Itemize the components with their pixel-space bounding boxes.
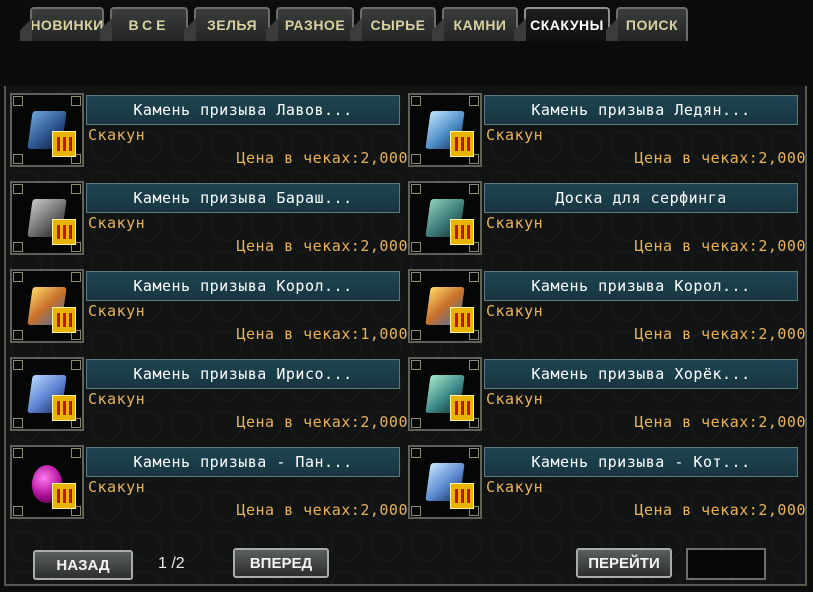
item-category: Скакун [486, 126, 544, 144]
new-item-badge-icon [450, 483, 474, 509]
item-thumbnail[interactable] [10, 269, 84, 343]
item-price: Цена в чеках:2,000 [236, 237, 408, 255]
item-price: Цена в чеках:2,000 [236, 149, 408, 167]
item-category: Скакун [486, 214, 544, 232]
back-button[interactable]: НАЗАД [33, 550, 133, 580]
item-thumbnail[interactable] [10, 357, 84, 431]
item-price: Цена в чеках:2,000 [634, 237, 806, 255]
tab-gems[interactable]: КАМНИ [432, 7, 518, 41]
new-item-badge-icon [52, 483, 76, 509]
item-name: Камень призыва Хорёк... [484, 359, 798, 389]
panel-header-strip [4, 44, 807, 86]
new-item-badge-icon [52, 307, 76, 333]
item-category: Скакун [486, 478, 544, 496]
item-name: Камень призыва Ледян... [484, 95, 798, 125]
tab-materials[interactable]: СЫРЬЕ [350, 7, 436, 41]
item-name: Камень призыва Корол... [86, 271, 400, 301]
tab-potions[interactable]: ЗЕЛЬЯ [184, 7, 270, 41]
new-item-badge-icon [450, 395, 474, 421]
item-card[interactable]: Камень призыва Бараш... Скакун Цена в че… [10, 181, 408, 259]
tab-misc[interactable]: РАЗНОЕ [266, 7, 354, 41]
item-thumbnail[interactable] [408, 269, 482, 343]
item-card[interactable]: Камень призыва - Кот... Скакун Цена в че… [408, 445, 806, 523]
item-card[interactable]: Камень призыва - Пан... Скакун Цена в че… [10, 445, 408, 523]
category-tab-bar: НОВИНКИ ВСЕ ЗЕЛЬЯ РАЗНОЕ СЫРЬЕ КАМНИ СКА… [0, 0, 813, 44]
item-price: Цена в чеках:2,000 [634, 325, 806, 343]
item-thumbnail[interactable] [10, 181, 84, 255]
item-thumbnail[interactable] [10, 445, 84, 519]
item-card[interactable]: Камень призыва Корол... Скакун Цена в че… [408, 269, 806, 347]
item-name: Камень призыва - Пан... [86, 447, 400, 477]
new-item-badge-icon [52, 219, 76, 245]
next-button[interactable]: ВПЕРЕД [233, 548, 329, 578]
item-card[interactable]: Камень призыва Корол... Скакун Цена в че… [10, 269, 408, 347]
item-price: Цена в чеках:2,000 [634, 501, 806, 519]
item-thumbnail[interactable] [408, 181, 482, 255]
item-card[interactable]: Камень призыва Лавов... Скакун Цена в че… [10, 93, 408, 171]
item-price: Цена в чеках:2,000 [236, 413, 408, 431]
page-number-input[interactable] [686, 548, 766, 580]
item-category: Скакун [486, 302, 544, 320]
item-name: Камень призыва Ирисо... [86, 359, 400, 389]
item-thumbnail[interactable] [408, 357, 482, 431]
item-name: Камень призыва Корол... [484, 271, 798, 301]
item-price: Цена в чеках:1,000 [236, 325, 408, 343]
item-thumbnail[interactable] [408, 445, 482, 519]
item-thumbnail[interactable] [10, 93, 84, 167]
item-name: Камень призыва Лавов... [86, 95, 400, 125]
item-category: Скакун [88, 126, 146, 144]
item-category: Скакун [88, 390, 146, 408]
new-item-badge-icon [52, 131, 76, 157]
item-card[interactable]: Камень призыва Ирисо... Скакун Цена в че… [10, 357, 408, 435]
item-category: Скакун [486, 390, 544, 408]
tab-mounts[interactable]: СКАКУНЫ [514, 7, 610, 41]
item-category: Скакун [88, 214, 146, 232]
item-name: Доска для серфинга [484, 183, 798, 213]
new-item-badge-icon [52, 395, 76, 421]
new-item-badge-icon [450, 131, 474, 157]
tab-search[interactable]: ПОИСК [606, 7, 688, 41]
item-category: Скакун [88, 478, 146, 496]
new-item-badge-icon [450, 307, 474, 333]
item-name: Камень призыва - Кот... [484, 447, 798, 477]
tab-new[interactable]: НОВИНКИ [20, 7, 104, 41]
tab-all[interactable]: ВСЕ [100, 7, 188, 41]
item-price: Цена в чеках:2,000 [634, 149, 806, 167]
item-thumbnail[interactable] [408, 93, 482, 167]
item-name: Камень призыва Бараш... [86, 183, 400, 213]
item-card[interactable]: Камень призыва Ледян... Скакун Цена в че… [408, 93, 806, 171]
item-card[interactable]: Доска для серфинга Скакун Цена в чеках:2… [408, 181, 806, 259]
item-price: Цена в чеках:2,000 [236, 501, 408, 519]
item-category: Скакун [88, 302, 146, 320]
item-card[interactable]: Камень призыва Хорёк... Скакун Цена в че… [408, 357, 806, 435]
new-item-badge-icon [450, 219, 474, 245]
page-indicator: 1 /2 [158, 555, 185, 572]
goto-button[interactable]: ПЕРЕЙТИ [576, 548, 672, 578]
item-price: Цена в чеках:2,000 [634, 413, 806, 431]
